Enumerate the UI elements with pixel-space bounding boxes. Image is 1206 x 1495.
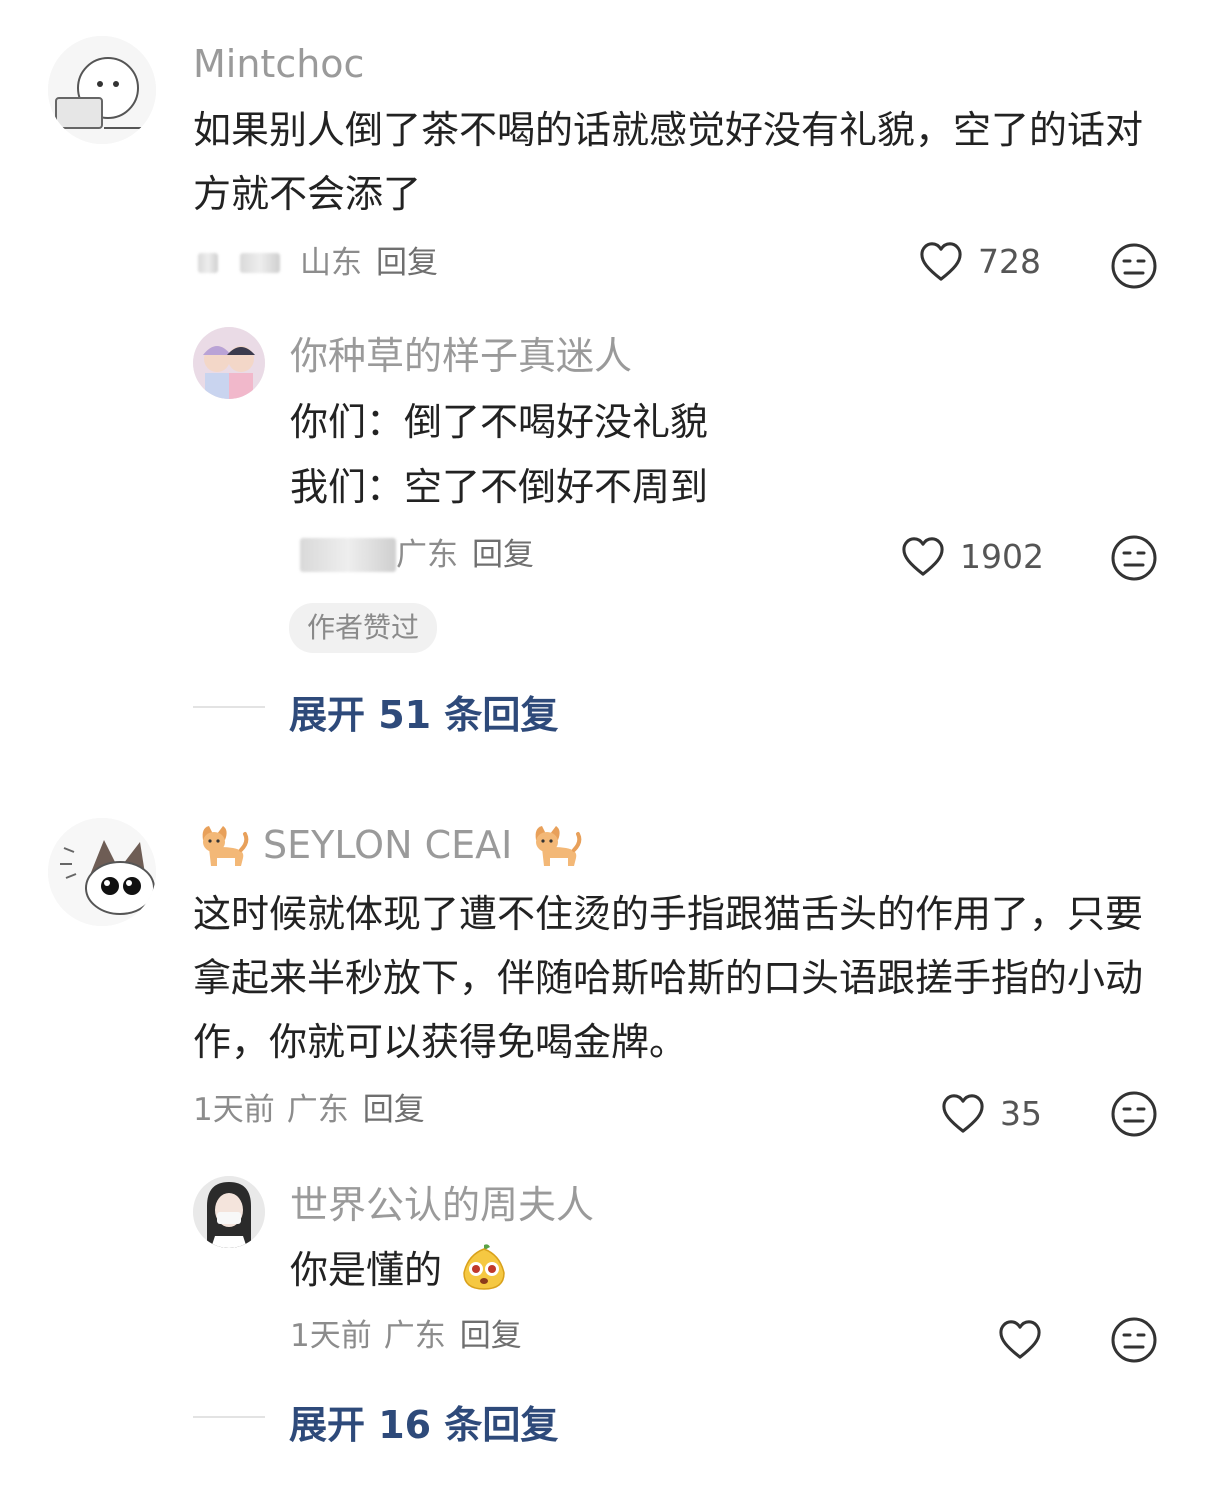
expand-divider	[193, 706, 265, 708]
reply-button[interactable]: 回复	[363, 1090, 425, 1130]
expand-replies-link[interactable]: 展开 51 条回复	[289, 684, 558, 739]
reply-username[interactable]: 世界公认的周夫人	[290, 1181, 594, 1229]
cat-emoji-icon	[202, 826, 249, 866]
comment-username-row[interactable]: SEYLON CEAI	[193, 820, 582, 870]
comment-username: SEYLON CEAI	[263, 823, 513, 867]
dislike-button[interactable]	[1110, 1316, 1158, 1368]
blurred-timestamp	[300, 538, 396, 572]
comment-content: 如果别人倒了茶不喝的话就感觉好没有礼貌，空了的话对方就不会添了	[193, 108, 1144, 216]
reply-content-line-2: 我们：空了不倒好不周到	[290, 465, 709, 509]
expand-replies-link[interactable]: 展开 16 条回复	[289, 1394, 558, 1449]
comment-location: 山东	[300, 245, 362, 281]
blurred-timestamp	[240, 253, 280, 273]
like-count: 35	[1000, 1093, 1042, 1133]
reply-meta: 1天前 广东 回复	[290, 1316, 522, 1356]
avatar-mintchoc[interactable]	[48, 36, 156, 144]
heart-outline-icon	[942, 1094, 984, 1133]
heart-outline-icon	[902, 537, 944, 576]
dislike-button[interactable]	[1110, 1090, 1158, 1142]
heart-outline-icon	[920, 242, 962, 281]
reply-time: 1天前	[290, 1318, 372, 1354]
author-liked-badge: 作者赞过	[289, 603, 438, 653]
cat-emoji-icon	[535, 826, 582, 866]
heart-outline-icon	[999, 1320, 1041, 1359]
comment-username[interactable]: Mintchoc	[193, 40, 364, 88]
reply-location: 广东	[383, 1318, 446, 1354]
shocked-pear-emoji-icon	[463, 1244, 505, 1290]
comment-meta: 山东 回复	[198, 243, 438, 283]
dislike-button[interactable]	[1110, 534, 1158, 586]
dislike-button[interactable]	[1110, 242, 1158, 294]
comment-time: 1天前	[193, 1092, 275, 1128]
reply-username[interactable]: 你种草的样子真迷人	[290, 332, 632, 380]
like-button[interactable]: 728	[918, 240, 1041, 282]
like-count: 728	[978, 241, 1041, 281]
reply-text: 你是懂的	[290, 1248, 443, 1292]
meh-face-icon	[1111, 243, 1157, 289]
reply-button[interactable]: 回复	[472, 535, 534, 575]
expand-divider	[193, 1416, 265, 1418]
meh-face-icon	[1111, 1317, 1157, 1363]
avatar-reply-user[interactable]	[193, 327, 265, 399]
reply-content: 你是懂的	[290, 1238, 510, 1302]
blurred-timestamp	[198, 253, 218, 273]
avatar-seylon[interactable]	[48, 818, 156, 926]
avatar-reply-user[interactable]	[193, 1176, 265, 1248]
reply-button[interactable]: 回复	[376, 243, 438, 283]
like-button[interactable]: 1902	[900, 535, 1044, 577]
comment-content: 这时候就体现了遭不住烫的手指跟猫舌头的作用了，只要拿起来半秒放下，伴随哈斯哈斯的…	[193, 892, 1144, 1064]
comment-meta: 1天前 广东 回复	[193, 1090, 425, 1130]
like-button[interactable]	[997, 1318, 1057, 1360]
reply-location: 广东	[396, 537, 458, 573]
reply-meta: 广东 回复	[300, 535, 534, 575]
meh-face-icon	[1111, 535, 1157, 581]
reply-content-line-1: 你们：倒了不喝好没礼貌	[290, 400, 709, 444]
like-button[interactable]: 35	[940, 1092, 1042, 1134]
like-count: 1902	[960, 536, 1044, 576]
comment-location: 广东	[286, 1092, 349, 1128]
reply-button[interactable]: 回复	[460, 1316, 522, 1356]
meh-face-icon	[1111, 1091, 1157, 1137]
